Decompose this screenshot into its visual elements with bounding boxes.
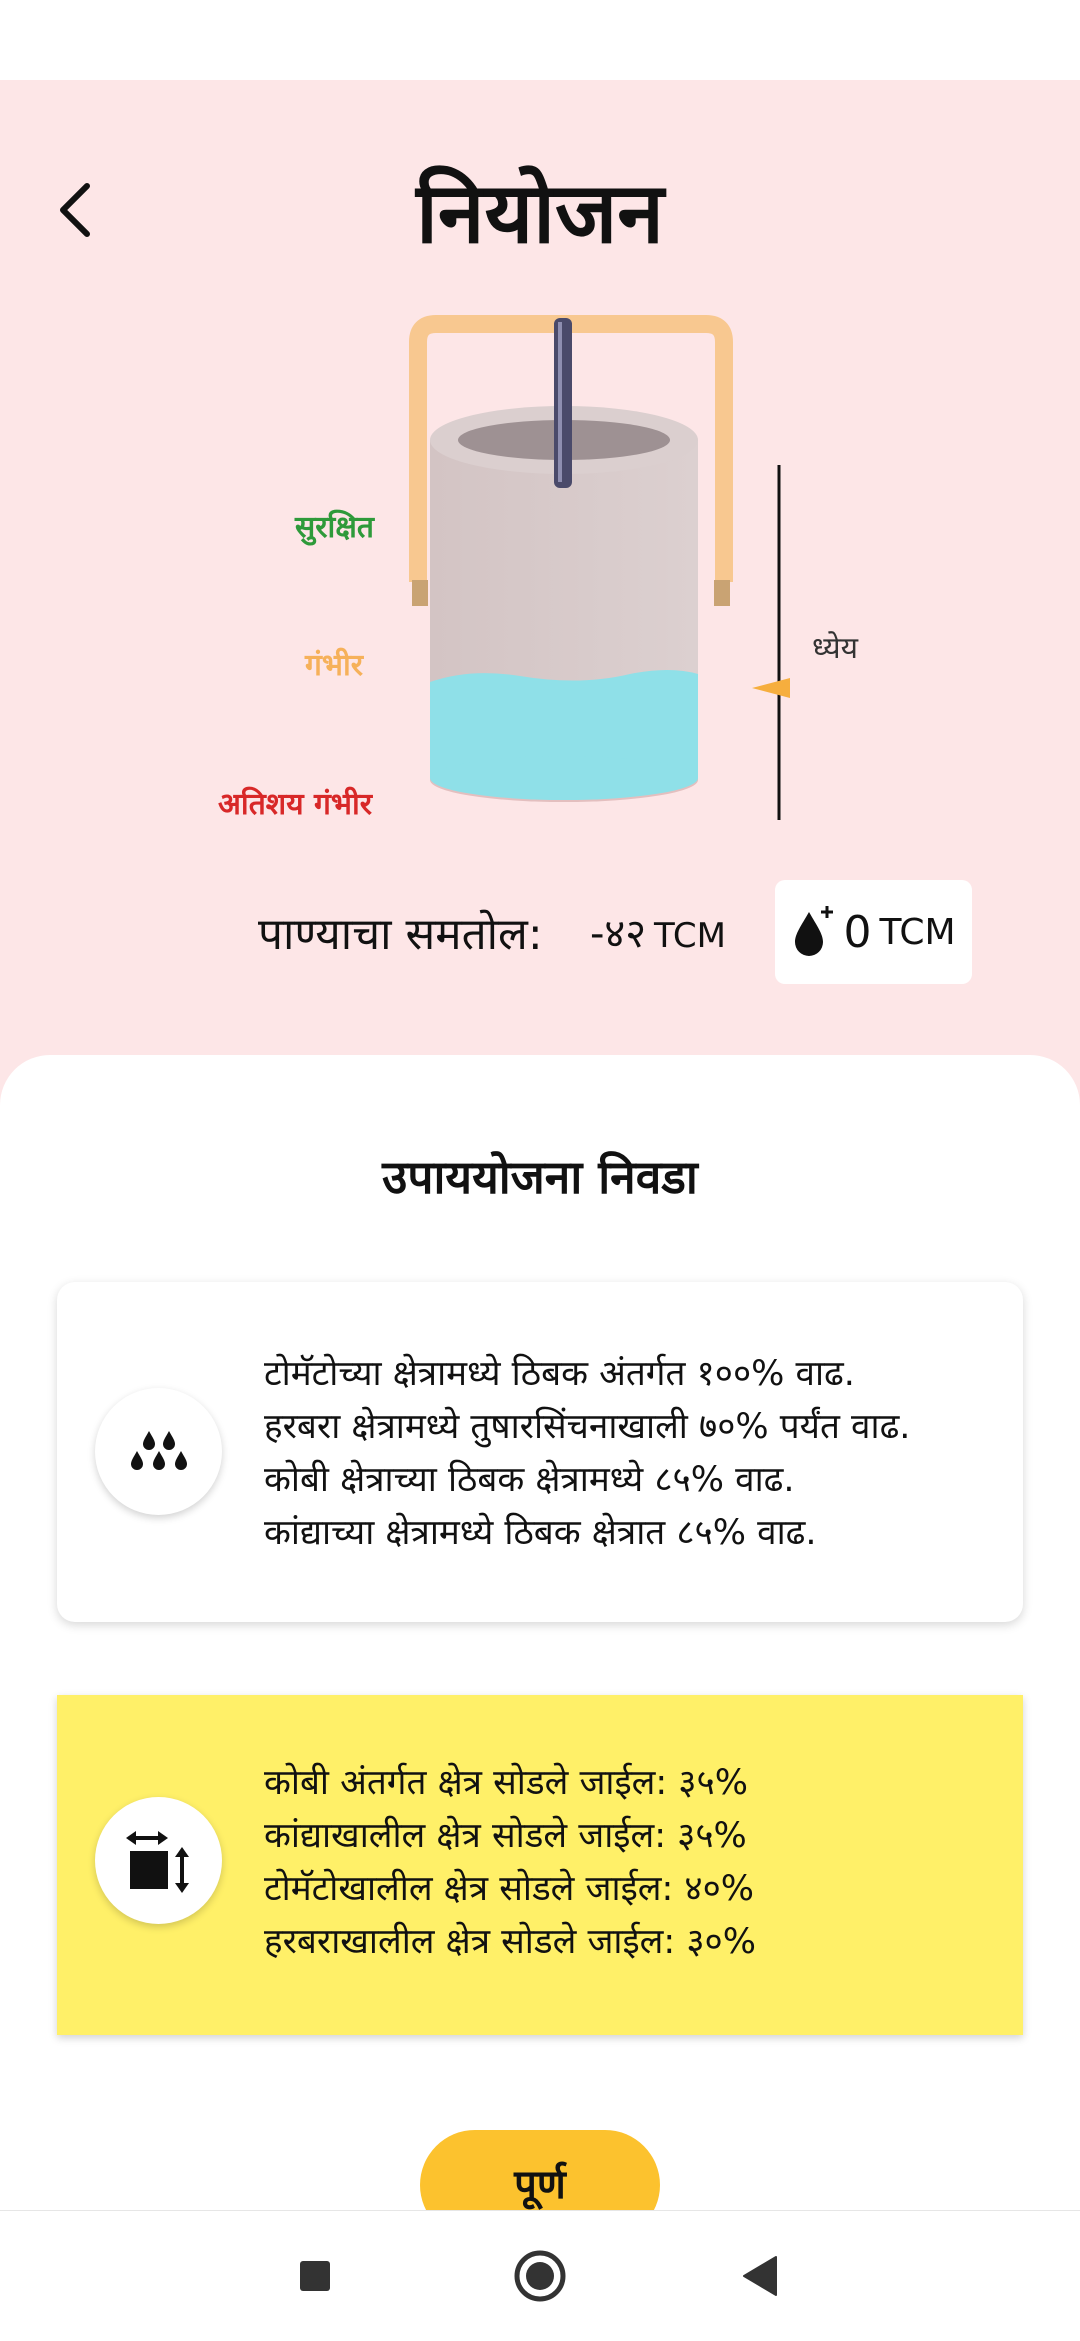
option-card-area-reduction[interactable]: कोबी अंतर्गत क्षेत्र सोडले जाईल: ३५% कां… bbox=[57, 1695, 1023, 2035]
drip-irrigation-icon bbox=[130, 1430, 187, 1470]
tank-dipstick bbox=[554, 318, 572, 488]
options-title: उपाययोजना निवडा bbox=[382, 1150, 698, 1204]
option-line: कांद्याखालील क्षेत्र सोडले जाईल: ३५% bbox=[264, 1816, 747, 1856]
water-balance-row: पाण्याचा समतोल: -४२ TCM 0 TCM bbox=[0, 880, 1080, 985]
water-drop-plus-icon bbox=[795, 906, 834, 956]
water-add-unit: TCM bbox=[879, 911, 956, 953]
options-sheet bbox=[0, 1055, 1080, 2215]
option-line: कोबी क्षेत्राच्या ठिबक क्षेत्रामध्ये ८५%… bbox=[264, 1460, 795, 1500]
area-resize-icon bbox=[125, 1830, 189, 1893]
option-text: टोमॅटोच्या क्षेत्रामध्ये ठिबक अंतर्गत १०… bbox=[264, 1348, 910, 1560]
nav-back-button[interactable] bbox=[715, 2231, 805, 2321]
option-text: कोबी अंतर्गत क्षेत्र सोडले जाईल: ३५% कां… bbox=[264, 1757, 756, 1969]
water-balance-unit: TCM bbox=[654, 916, 726, 956]
water-balance-number: -४२ bbox=[590, 911, 647, 957]
level-label-serious: गंभीर bbox=[305, 648, 364, 683]
nav-recents-button[interactable] bbox=[270, 2231, 360, 2321]
goal-label: ध्येय bbox=[812, 631, 859, 666]
water-add-button[interactable]: 0 TCM bbox=[775, 880, 972, 984]
circle-icon bbox=[514, 2250, 566, 2302]
option-icon-container bbox=[95, 1388, 222, 1515]
water-add-value: 0 bbox=[843, 906, 872, 958]
option-icon-container bbox=[95, 1797, 222, 1924]
option-line: टोमॅटोच्या क्षेत्रामध्ये ठिबक अंतर्गत १०… bbox=[264, 1354, 855, 1394]
water-tank-illustration bbox=[409, 315, 790, 820]
option-line: हरबरा क्षेत्रामध्ये तुषारसिंचनाखाली ७०% … bbox=[264, 1407, 911, 1447]
option-line: कोबी अंतर्गत क्षेत्र सोडले जाईल: ३५% bbox=[264, 1763, 748, 1803]
water-balance-value: -४२ TCM bbox=[590, 904, 726, 959]
square-icon bbox=[300, 2261, 330, 2291]
option-card-irrigation[interactable]: टोमॅटोच्या क्षेत्रामध्ये ठिबक अंतर्गत १०… bbox=[57, 1282, 1023, 1622]
level-label-safe: सुरक्षित bbox=[295, 510, 374, 545]
option-line: कांद्याच्या क्षेत्रामध्ये ठिबक क्षेत्रात… bbox=[264, 1513, 817, 1553]
goal-marker bbox=[752, 678, 790, 698]
status-bar bbox=[0, 0, 1080, 80]
level-label-extreme: अतिशय गंभीर bbox=[218, 787, 373, 822]
page-title: नियोजन bbox=[416, 164, 664, 262]
system-nav-bar bbox=[0, 2210, 1080, 2341]
water-balance-label: पाण्याचा समतोल: bbox=[258, 909, 543, 960]
option-line: हरबराखालील क्षेत्र सोडले जाईल: ३०% bbox=[264, 1922, 756, 1962]
triangle-back-icon bbox=[743, 2256, 777, 2296]
option-line: टोमॅटोखालील क्षेत्र सोडले जाईल: ४०% bbox=[264, 1869, 755, 1909]
nav-home-button[interactable] bbox=[495, 2231, 585, 2321]
